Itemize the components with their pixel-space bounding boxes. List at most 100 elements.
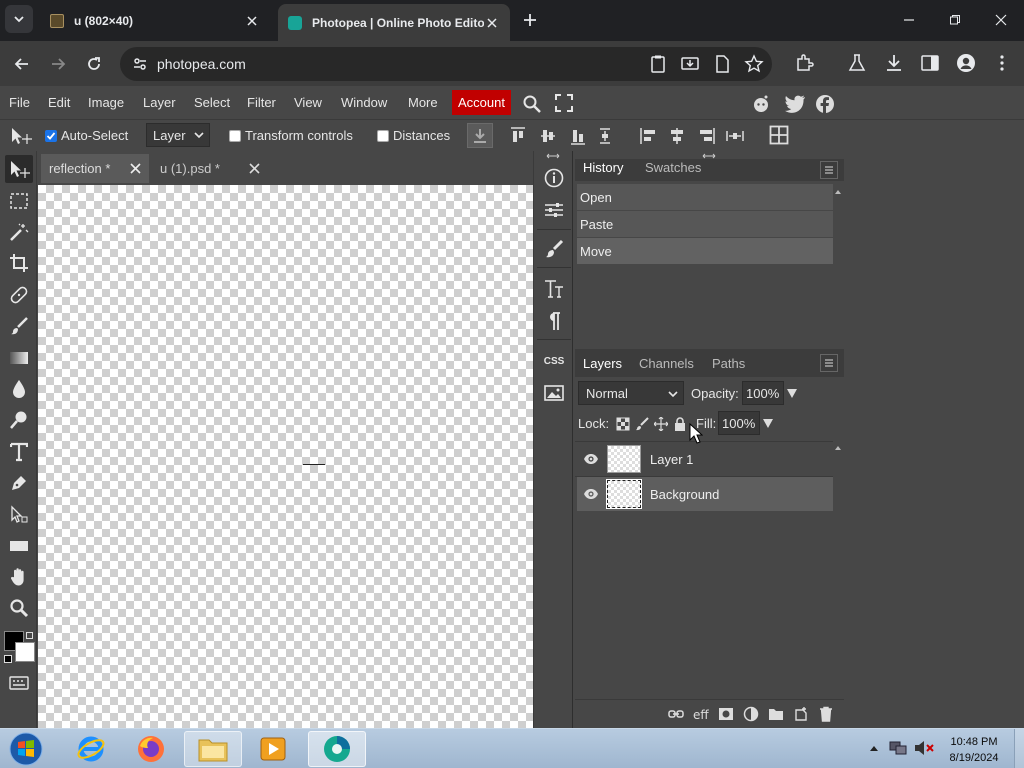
info-panel-button[interactable] <box>540 164 568 192</box>
taskbar-media-player[interactable] <box>244 731 302 767</box>
document-icon[interactable] <box>712 54 732 74</box>
profile-avatar-icon[interactable] <box>956 53 976 73</box>
clipboard-icon[interactable] <box>648 54 668 74</box>
align-top-icon[interactable] <box>510 127 526 145</box>
menu-edit[interactable]: Edit <box>48 95 70 110</box>
gradient-tool-button[interactable] <box>5 344 33 372</box>
pen-tool-button[interactable] <box>5 469 33 497</box>
history-step[interactable]: Open <box>577 184 833 210</box>
text-tool-button[interactable] <box>5 438 33 466</box>
labs-flask-icon[interactable] <box>847 53 867 73</box>
lock-pixels-brush-icon[interactable] <box>635 417 649 431</box>
crop-tool-button[interactable] <box>5 249 33 277</box>
install-app-icon[interactable] <box>680 54 700 74</box>
align-right-icon[interactable] <box>697 127 715 145</box>
new-tab-button[interactable] <box>520 10 540 30</box>
taskbar-internet-explorer[interactable] <box>62 731 120 767</box>
start-button[interactable] <box>6 730 46 768</box>
bookmark-star-icon[interactable] <box>744 54 764 74</box>
menu-file[interactable]: File <box>9 95 30 110</box>
visibility-eye-icon[interactable] <box>583 452 599 466</box>
search-icon[interactable] <box>522 94 542 114</box>
menu-layer[interactable]: Layer <box>143 95 176 110</box>
grid-layout-icon[interactable] <box>769 125 789 145</box>
distribute-horizontal-icon[interactable] <box>725 127 745 145</box>
system-clock[interactable]: 10:48 PM 8/19/2024 <box>946 734 1002 766</box>
quick-mask-button[interactable] <box>5 669 33 697</box>
visibility-eye-icon[interactable] <box>583 487 599 501</box>
forward-button[interactable] <box>44 50 72 78</box>
document-tab[interactable]: u (1).psd * <box>152 154 260 183</box>
close-tab-icon[interactable] <box>484 15 500 31</box>
delete-layer-trash-icon[interactable] <box>818 706 834 722</box>
magic-wand-tool-button[interactable] <box>5 218 33 246</box>
reddit-icon[interactable] <box>751 94 771 114</box>
collapse-arrows-icon[interactable] <box>546 153 560 159</box>
tab-list-button[interactable] <box>5 5 33 33</box>
taskbar-browser-active[interactable] <box>308 731 366 767</box>
dodge-tool-button[interactable] <box>5 406 33 434</box>
back-button[interactable] <box>8 50 36 78</box>
menu-filter[interactable]: Filter <box>247 95 276 110</box>
taskbar-file-explorer[interactable] <box>184 731 242 767</box>
character-panel-button[interactable] <box>540 275 568 303</box>
move-tool-icon[interactable] <box>10 127 32 145</box>
distribute-vertical-icon[interactable] <box>598 127 612 145</box>
auto-select-checkbox[interactable] <box>45 130 57 142</box>
swap-colors-icon[interactable] <box>26 632 33 639</box>
align-left-icon[interactable] <box>640 127 658 145</box>
blend-mode-select[interactable]: Normal <box>578 381 684 405</box>
download-icon[interactable] <box>884 53 904 73</box>
menu-image[interactable]: Image <box>88 95 124 110</box>
browser-tab-photopea[interactable]: Photopea | Online Photo Editor <box>278 4 510 41</box>
adjustment-layer-icon[interactable] <box>743 706 759 722</box>
account-button[interactable]: Account <box>452 90 511 115</box>
lock-transparency-icon[interactable] <box>616 417 630 431</box>
restore-button[interactable] <box>943 8 967 32</box>
lock-all-icon[interactable] <box>673 417 687 431</box>
move-tool-button[interactable] <box>5 155 33 183</box>
paragraph-panel-button[interactable] <box>540 307 568 335</box>
link-layers-icon[interactable] <box>668 708 684 720</box>
menu-select[interactable]: Select <box>194 95 230 110</box>
show-hidden-icons-icon[interactable] <box>869 744 879 752</box>
distances-checkbox[interactable] <box>377 130 389 142</box>
menu-view[interactable]: View <box>294 95 322 110</box>
history-step[interactable]: Paste <box>577 211 833 237</box>
minimize-button[interactable] <box>897 8 921 32</box>
facebook-icon[interactable] <box>815 94 835 114</box>
history-scrollbar[interactable] <box>835 181 841 341</box>
reload-button[interactable] <box>80 50 108 78</box>
address-bar[interactable]: photopea.com <box>120 47 772 81</box>
shape-tool-button[interactable] <box>5 532 33 560</box>
document-canvas[interactable] <box>38 185 533 728</box>
blur-tool-button[interactable] <box>5 375 33 403</box>
tab-channels[interactable]: Channels <box>639 356 694 371</box>
history-panel-menu-button[interactable] <box>820 161 838 179</box>
side-panel-icon[interactable] <box>920 53 940 73</box>
kebab-menu-icon[interactable] <box>992 53 1012 73</box>
image-panel-button[interactable] <box>540 379 568 407</box>
browser-tab-image[interactable]: u (802×40) <box>40 4 270 37</box>
align-bottom-icon[interactable] <box>570 127 586 145</box>
taskbar-firefox[interactable] <box>122 731 180 767</box>
document-tab-active[interactable]: reflection * <box>41 154 149 183</box>
zoom-tool-button[interactable] <box>5 594 33 622</box>
adjustments-panel-button[interactable] <box>540 196 568 224</box>
layer-effects-icon[interactable]: eff <box>693 707 709 721</box>
apply-transform-button[interactable] <box>467 123 493 148</box>
close-document-icon[interactable] <box>249 163 260 174</box>
layer-mask-icon[interactable] <box>718 707 734 721</box>
path-select-tool-button[interactable] <box>5 501 33 529</box>
hand-tool-button[interactable] <box>5 563 33 591</box>
close-document-icon[interactable] <box>130 163 141 174</box>
network-icon[interactable] <box>889 740 907 756</box>
history-step-current[interactable]: Move <box>577 238 833 264</box>
extensions-icon[interactable] <box>794 53 814 73</box>
auto-select-target-select[interactable]: Layer <box>146 123 210 147</box>
new-layer-icon[interactable] <box>793 706 809 722</box>
align-vertical-center-icon[interactable] <box>540 127 556 145</box>
close-window-button[interactable] <box>989 8 1013 32</box>
layers-panel-menu-button[interactable] <box>820 354 838 372</box>
layer-row-selected[interactable]: Background <box>577 477 833 511</box>
